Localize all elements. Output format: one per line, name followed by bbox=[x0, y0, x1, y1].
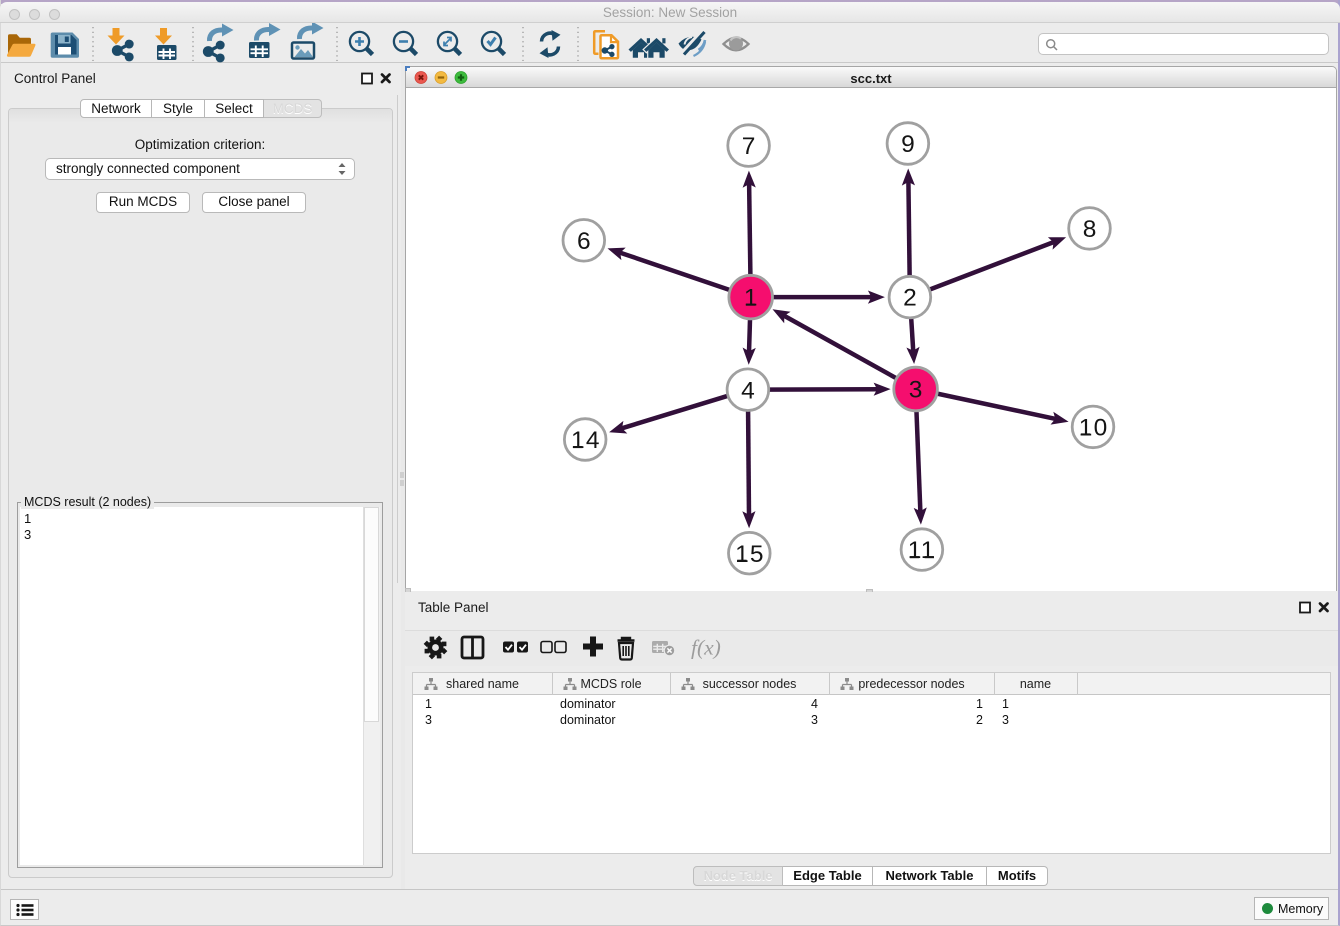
svg-text:1: 1 bbox=[744, 285, 759, 312]
svg-text:7: 7 bbox=[742, 133, 757, 160]
svg-text:8: 8 bbox=[1083, 216, 1098, 243]
svg-text:4: 4 bbox=[741, 377, 756, 404]
svg-text:9: 9 bbox=[901, 131, 916, 158]
svg-text:3: 3 bbox=[909, 377, 924, 404]
svg-text:10: 10 bbox=[1079, 415, 1109, 442]
svg-text:f(x): f(x) bbox=[691, 636, 721, 660]
svg-text:6: 6 bbox=[577, 228, 592, 255]
svg-text:14: 14 bbox=[571, 427, 601, 454]
svg-text:11: 11 bbox=[908, 537, 936, 564]
svg-text:15: 15 bbox=[735, 541, 765, 568]
svg-text:2: 2 bbox=[903, 285, 918, 312]
